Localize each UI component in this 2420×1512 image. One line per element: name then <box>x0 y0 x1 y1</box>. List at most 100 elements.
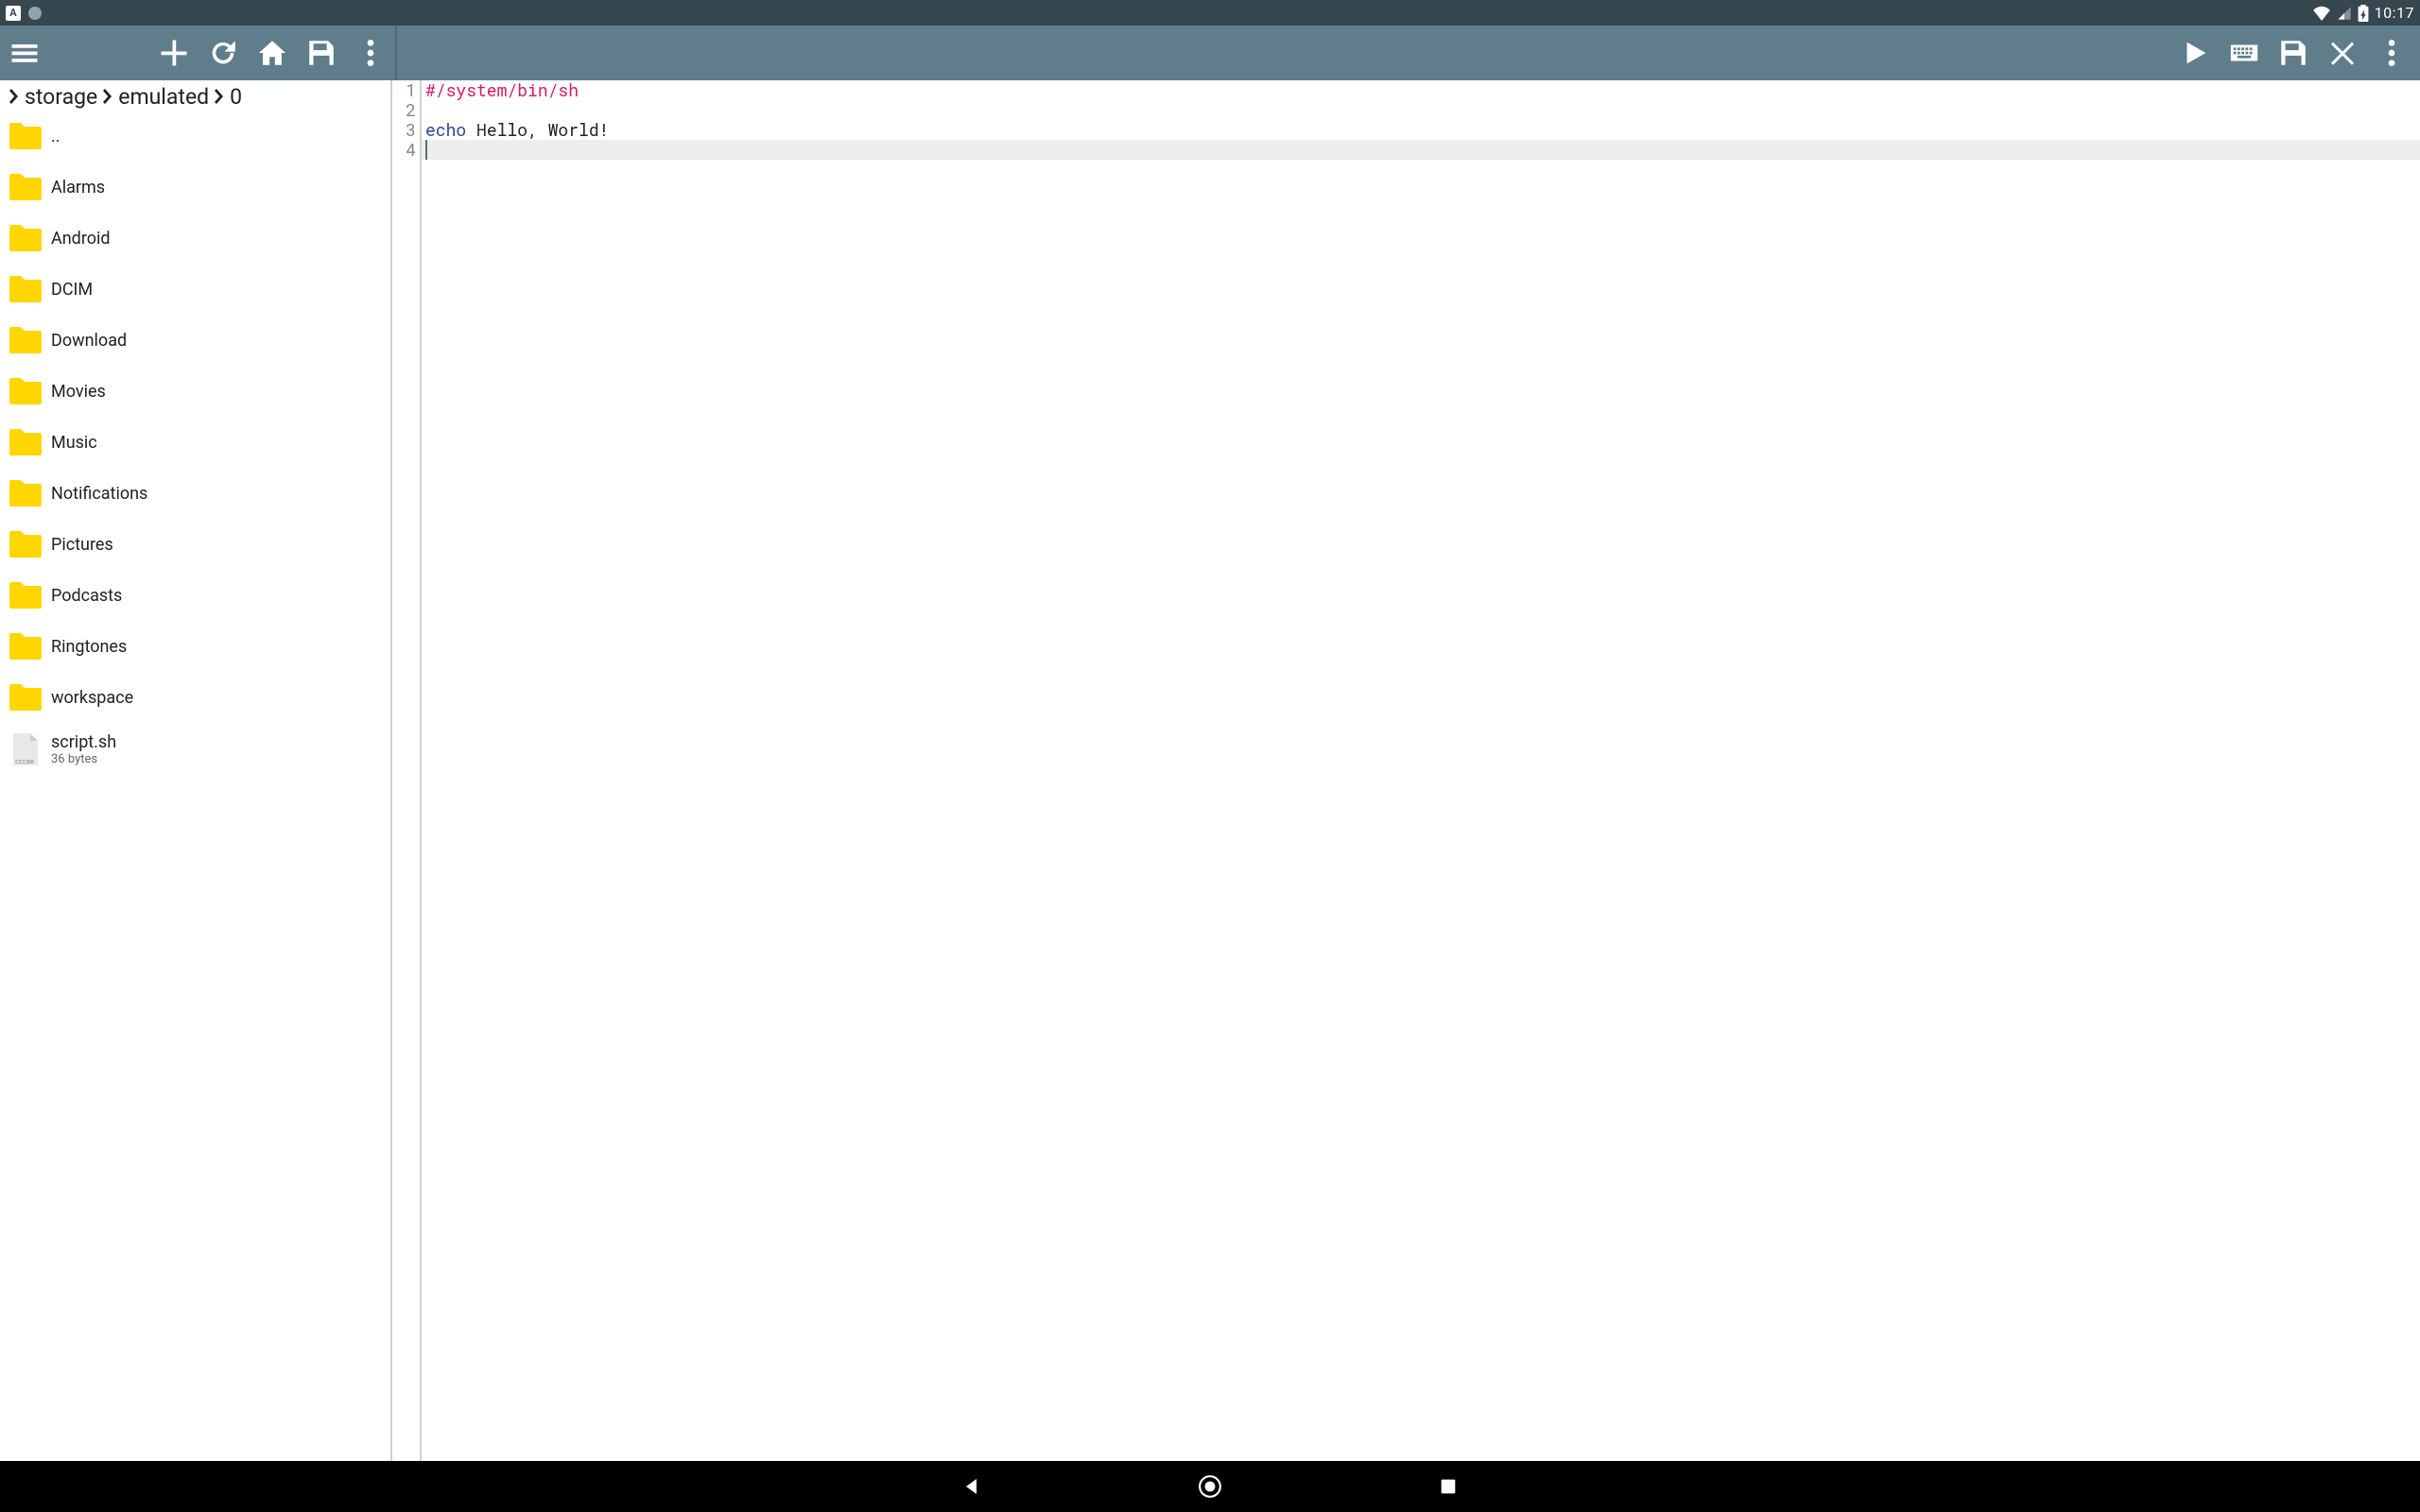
breadcrumb[interactable]: storage emulated 0 <box>0 80 388 112</box>
folder-row[interactable]: workspace <box>0 673 388 724</box>
wifi-icon <box>2312 6 2331 21</box>
nav-back-button[interactable] <box>957 1471 987 1502</box>
toggle-keyboard-button[interactable] <box>2220 28 2269 77</box>
breadcrumb-segment[interactable]: emulated <box>118 84 209 110</box>
folder-row[interactable]: Android <box>0 214 388 265</box>
folder-row[interactable]: DCIM <box>0 265 388 316</box>
file-name-label: .. <box>51 127 60 147</box>
folder-row[interactable]: Notifications <box>0 469 388 520</box>
statusbar-left: A <box>6 6 42 21</box>
file-icon <box>6 730 45 769</box>
file-name-label: Podcasts <box>51 586 122 607</box>
save-floppy-icon <box>2277 37 2309 69</box>
keyboard-icon <box>2228 37 2260 69</box>
overflow-menu-right[interactable] <box>2367 28 2416 77</box>
home-circle-icon <box>1198 1474 1222 1499</box>
android-navbar <box>0 1461 2420 1512</box>
editor-caret <box>425 140 427 160</box>
close-icon <box>2326 37 2359 69</box>
folder-icon <box>6 168 45 208</box>
folder-icon <box>6 372 45 412</box>
folder-row[interactable]: Podcasts <box>0 571 388 622</box>
refresh-icon <box>207 37 239 69</box>
file-name-label: Movies <box>51 382 106 403</box>
run-button[interactable] <box>2170 28 2220 77</box>
file-name-label: Pictures <box>51 535 113 556</box>
folder-row[interactable]: Movies <box>0 367 388 418</box>
panel-splitter[interactable] <box>388 80 395 1461</box>
statusbar-input-indicator: A <box>6 6 21 21</box>
code-line[interactable] <box>422 100 2420 120</box>
new-file-button[interactable] <box>149 28 199 77</box>
statusbar-clock: 10:17 <box>2375 4 2414 22</box>
line-number: 2 <box>395 100 420 120</box>
folder-icon <box>6 474 45 514</box>
nav-recent-button[interactable] <box>1433 1471 1463 1502</box>
file-size-label: 36 bytes <box>51 752 116 766</box>
save-floppy-icon <box>305 37 337 69</box>
folder-icon <box>6 525 45 565</box>
folder-icon <box>6 576 45 616</box>
line-number: 3 <box>395 120 420 140</box>
code-line[interactable] <box>422 140 2420 160</box>
code-line[interactable]: #/system/bin/sh <box>422 80 2420 100</box>
more-vertical-icon <box>367 37 374 69</box>
recent-square-icon <box>1438 1476 1459 1497</box>
plus-icon <box>157 36 191 70</box>
chevron-right-icon <box>6 84 23 110</box>
play-icon <box>2179 37 2211 69</box>
hamburger-menu-icon <box>8 36 42 70</box>
file-name-label: Android <box>51 229 111 249</box>
chevron-right-icon <box>211 84 228 110</box>
file-name-label: Download <box>51 331 127 352</box>
breadcrumb-segment[interactable]: storage <box>25 84 97 110</box>
main-split: storage emulated 0 .. Alarms Android DCIM Down… <box>0 80 2420 1461</box>
file-row[interactable]: script.sh36 bytes <box>0 724 388 775</box>
code-content[interactable]: #/system/bin/sh echo Hello, World! <box>422 80 2420 1461</box>
app-toolbar <box>0 26 2420 80</box>
refresh-button[interactable] <box>199 28 248 77</box>
file-name-label: Ringtones <box>51 637 127 658</box>
file-browser-panel: storage emulated 0 .. Alarms Android DCIM Down… <box>0 80 388 1461</box>
file-name-label: workspace <box>51 688 133 709</box>
folder-row[interactable]: Pictures <box>0 520 388 571</box>
file-name-label: Music <box>51 433 97 454</box>
home-icon <box>256 37 288 69</box>
toolbar-right-group <box>397 26 2420 80</box>
menu-button[interactable] <box>0 28 49 77</box>
folder-icon <box>6 627 45 667</box>
line-number: 4 <box>395 140 420 160</box>
folder-row[interactable]: Alarms <box>0 163 388 214</box>
android-statusbar: A 10:17 <box>0 0 2420 26</box>
line-number: 1 <box>395 80 420 100</box>
folder-icon <box>6 117 45 157</box>
save-button-right[interactable] <box>2269 28 2318 77</box>
chevron-right-icon <box>99 84 116 110</box>
folder-row[interactable]: .. <box>0 112 388 163</box>
close-file-button[interactable] <box>2318 28 2367 77</box>
folder-icon <box>6 679 45 718</box>
code-line[interactable]: echo Hello, World! <box>422 120 2420 140</box>
back-triangle-icon <box>960 1475 983 1498</box>
overflow-menu-left[interactable] <box>346 28 395 77</box>
cellular-signal-icon <box>2337 6 2352 21</box>
nav-home-button[interactable] <box>1195 1471 1225 1502</box>
statusbar-loading-dot-icon <box>28 7 42 20</box>
folder-row[interactable]: Download <box>0 316 388 367</box>
file-list[interactable]: .. Alarms Android DCIM Download Movies Music No… <box>0 112 388 1461</box>
file-name-label: DCIM <box>51 280 93 301</box>
file-name-label: Alarms <box>51 178 105 198</box>
folder-icon <box>6 219 45 259</box>
folder-row[interactable]: Music <box>0 418 388 469</box>
home-button[interactable] <box>248 28 297 77</box>
statusbar-right: 10:17 <box>2312 4 2414 22</box>
folder-icon <box>6 270 45 310</box>
battery-charging-icon <box>2358 5 2369 22</box>
breadcrumb-segment[interactable]: 0 <box>230 84 242 110</box>
save-button-left[interactable] <box>297 28 346 77</box>
line-number-gutter: 1234 <box>395 80 422 1461</box>
folder-icon <box>6 321 45 361</box>
folder-row[interactable]: Ringtones <box>0 622 388 673</box>
code-editor[interactable]: 1234 #/system/bin/sh echo Hello, World! <box>395 80 2420 1461</box>
folder-icon <box>6 423 45 463</box>
